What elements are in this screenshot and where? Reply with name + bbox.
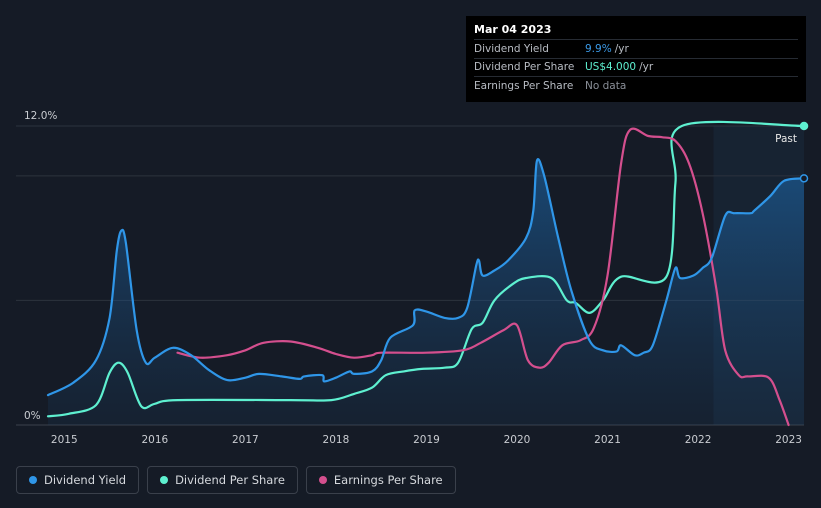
dividend-yield-end-marker	[799, 174, 809, 183]
y-tick-label: 0%	[24, 410, 41, 422]
tooltip-label: Dividend Per Share	[474, 61, 575, 74]
legend-item-dividend-yield[interactable]: Dividend Yield	[16, 466, 140, 494]
legend-item-earnings-per-share[interactable]: Earnings Per Share	[305, 466, 456, 494]
dividend-per-share-end-marker	[799, 121, 809, 131]
x-tick-label: 2015	[51, 434, 78, 446]
tooltip-row-dividend-per-share: Dividend Per Share US$4.000 /yr	[474, 57, 798, 77]
tooltip: Mar 04 2023 Dividend Yield 9.9% /yr Divi…	[466, 16, 806, 102]
x-tick-label: 2021	[594, 434, 621, 446]
tooltip-label: Earnings Per Share	[474, 79, 574, 92]
legend: Dividend Yield Dividend Per Share Earnin…	[16, 466, 456, 494]
legend-label: Earnings Per Share	[333, 473, 443, 487]
legend-label: Dividend Per Share	[175, 473, 285, 487]
tooltip-value: No data	[585, 79, 627, 92]
tooltip-unit: /yr	[639, 61, 654, 74]
tooltip-row-dividend-yield: Dividend Yield 9.9% /yr	[474, 39, 798, 58]
x-tick-label: 2020	[504, 434, 531, 446]
x-tick-label: 2019	[413, 434, 440, 446]
legend-dot-icon	[29, 476, 37, 484]
tooltip-label: Dividend Yield	[474, 42, 549, 55]
area-layer	[48, 159, 804, 425]
tooltip-value: US$4.000	[585, 61, 637, 74]
legend-dot-icon	[318, 476, 327, 484]
dividend-yield-area	[48, 159, 804, 425]
tooltip-row-earnings-per-share: Earnings Per Share No data	[474, 76, 798, 95]
x-tick-label: 2016	[141, 434, 168, 446]
legend-dot-icon	[160, 476, 169, 484]
x-tick-label: 2018	[323, 434, 350, 446]
x-tick-label: 2023	[775, 434, 802, 446]
x-tick-label: 2017	[232, 434, 259, 446]
tooltip-date: Mar 04 2023	[474, 23, 552, 36]
legend-label: Dividend Yield	[44, 473, 127, 487]
x-tick-label: 2022	[685, 434, 712, 446]
tooltip-value: 9.9%	[585, 42, 612, 55]
legend-item-dividend-per-share[interactable]: Dividend Per Share	[147, 466, 298, 494]
tooltip-unit: /yr	[614, 42, 629, 55]
past-label: Past	[775, 133, 797, 145]
y-tick-label: 12.0%	[24, 110, 57, 122]
